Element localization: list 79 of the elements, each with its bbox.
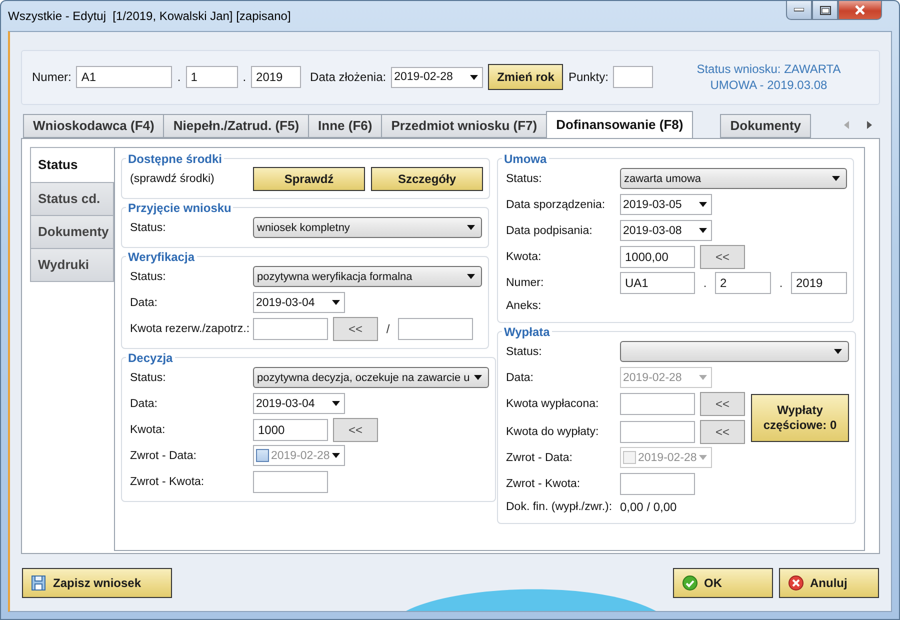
separator: . [778,276,784,290]
field-label: Zwrot - Kwota: [130,476,206,488]
separator: . [177,70,181,84]
side-tab[interactable]: Status cd. [30,182,114,216]
action-button[interactable]: Sprawdź [253,166,365,191]
tab[interactable]: Inne (F6) [308,114,382,138]
dropdown[interactable]: zawarta umowa [620,168,847,190]
number-field[interactable]: 2019 [791,272,847,294]
section-title: Dostępne środki [127,152,224,166]
field-label: Data podpisania: [506,224,594,237]
field-label: Zwrot - Kwota: [506,478,582,490]
field-label: Status: [130,372,167,384]
cancel-button[interactable]: Anuluj [779,568,879,598]
field-label: Kwota: [506,250,542,263]
field-label: Numer: [32,70,72,84]
section-title: Decyzja [127,350,174,365]
amount-field[interactable]: 1000 [253,418,328,441]
separator: . [242,70,246,84]
field-label: Kwota: [130,424,166,436]
field-label: Status: [506,172,543,185]
field-label: Zwrot - Data: [506,452,574,464]
save-button[interactable]: Zapisz wniosek [22,568,172,598]
section-title: Weryfikacja [127,250,196,264]
field-label: Kwota do wypłaty: [506,426,600,438]
tab[interactable]: Dokumenty [720,114,812,138]
field-label: Status: [130,270,167,283]
value-text: 0,00 / 0,00 [620,500,677,514]
number-field[interactable]: 1 [186,66,238,88]
field-label: Punkty: [568,70,608,84]
copy-button[interactable]: << [700,244,745,269]
side-tab[interactable]: Status [30,146,114,183]
tab[interactable]: Wnioskodawca (F4) [23,114,164,138]
amount-field[interactable]: 1000,00 [620,246,695,268]
number-field[interactable]: 2019 [251,66,302,88]
separator: . [702,276,708,290]
tab[interactable]: Przedmiot wniosku (F7) [381,114,548,138]
field-label: Kwota rezerw./zapotrz.: [130,322,251,335]
tab[interactable]: Dofinansowanie (F8) [546,110,694,138]
date-picker[interactable]: 2019-03-05 [620,194,712,216]
dropdown[interactable]: pozytywna weryfikacja formalna [253,266,482,288]
separator: / [385,322,391,336]
number-field[interactable]: UA1 [620,272,695,294]
dropdown[interactable]: wniosek kompletny [253,217,482,238]
field-label: Data: [130,296,158,309]
partial-payments-button[interactable]: Wypłaty częściowe: 0 [751,394,849,442]
change-year-button[interactable]: Zmień rok [488,64,564,90]
field-label: Status: [130,222,167,234]
status-text: Status wniosku: ZAWARTA UMOWA - 2019.03.08 [696,61,842,94]
section-title: Wypłata [503,324,551,339]
action-button[interactable]: Szczegóły [371,166,483,191]
copy-button[interactable]: << [700,392,745,416]
ok-button[interactable]: OK [673,568,773,598]
side-tab[interactable]: Dokumenty [30,214,114,249]
field-label: Data: [130,398,158,410]
copy-button[interactable]: << [333,316,378,341]
field-label: Numer: [506,276,545,289]
field-label: Data: [506,372,534,384]
number-field[interactable]: A1 [76,66,172,88]
field-label: Zwrot - Data: [130,450,198,462]
date-picker[interactable]: 2019-03-04 [253,292,345,314]
window-title: Wszystkie - Edytuj [1/2019, Kowalski Jan] [zapisano] [8,9,291,23]
number-field[interactable]: 2 [715,272,771,294]
field-label: (sprawdź środki) [130,172,216,185]
side-tab[interactable]: Wydruki [30,248,114,282]
field-label: Data sporządzenia: [506,198,606,211]
field-label: Data złożenia: [310,70,386,84]
date-picker[interactable]: 2019-03-04 [253,393,345,414]
copy-button[interactable]: << [333,418,378,442]
date-picker[interactable]: 2019-03-08 [620,220,712,242]
section-title: Umowa [503,152,548,166]
field-label: Kwota wypłacona: [506,398,600,410]
dropdown[interactable]: pozytywna decyzja, oczekuje na zawarcie u [253,367,489,388]
field-label: Dok. fin. (wypł./zwr.): [506,500,614,513]
tab[interactable]: Niepełn./Zatrud. (F5) [163,114,310,138]
field-label: Status: [506,346,543,358]
field-label: Aneks: [506,300,542,312]
copy-button[interactable]: << [700,420,745,444]
date-picker[interactable]: 2019-02-28 [391,66,484,88]
section-title: Przyjęcie wniosku [127,200,232,215]
